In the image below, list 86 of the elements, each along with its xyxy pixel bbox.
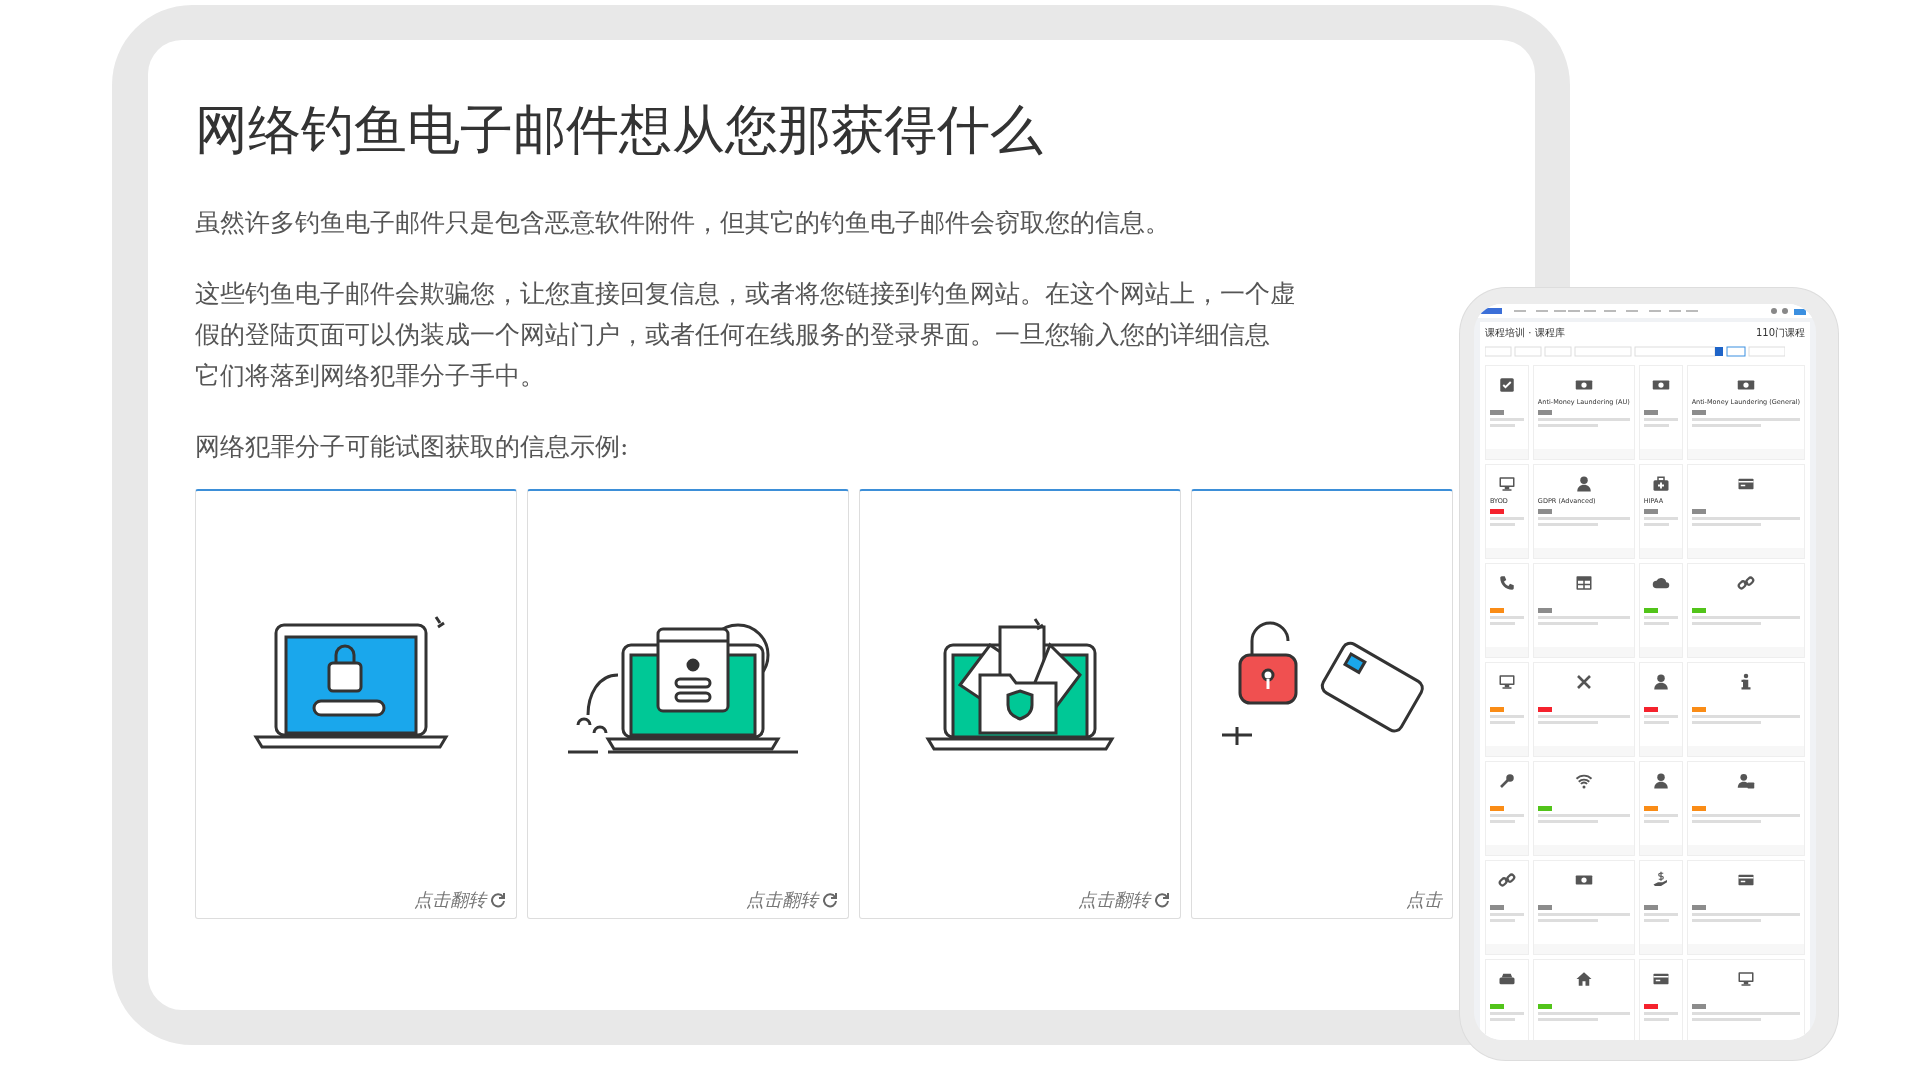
blurred-text-drawing: [1490, 424, 1516, 427]
blurred-text-drawing: [1643, 715, 1678, 718]
user-icon: [1651, 673, 1670, 691]
course-card[interactable]: [1638, 563, 1683, 658]
check-icon: [1497, 376, 1516, 394]
monitor-icon: [1497, 475, 1516, 493]
blurred-text-drawing: [1643, 820, 1669, 823]
blurred-text-drawing: [1691, 523, 1762, 526]
flip-card[interactable]: 点击: [1191, 489, 1453, 919]
blurred-text-drawing: [1490, 616, 1524, 619]
blurred-text-drawing: [1643, 424, 1669, 427]
article-title: 网络钓鱼电子邮件想从您那获得什么: [195, 98, 1044, 162]
blurred-text-drawing: [1691, 919, 1762, 922]
blurred-text-drawing: [1490, 622, 1516, 625]
blurred-text-drawing: [1490, 523, 1516, 526]
link-icon: [1736, 574, 1755, 592]
blurred-text-drawing: [1643, 1012, 1678, 1015]
blurred-text-drawing: [1537, 919, 1598, 922]
flip-label[interactable]: 点击翻转: [1078, 888, 1150, 912]
flip-card[interactable]: 点击翻转: [527, 489, 849, 919]
blurred-text-drawing: [1537, 1018, 1598, 1021]
refresh-icon: [490, 892, 506, 908]
course-card[interactable]: [1485, 365, 1529, 460]
blurred-text-drawing: [1643, 721, 1669, 724]
phone-icon: [1497, 574, 1516, 592]
medkit-icon: [1651, 475, 1670, 493]
blurred-text-drawing: [1643, 418, 1678, 421]
paragraph-line: 假的登陆页面可以伪装成一个网站门户，或者任何在线服务的登录界面。一旦您输入您的详细信息: [195, 319, 1270, 351]
monitor-icon: [1736, 970, 1755, 988]
course-card[interactable]: [1638, 761, 1683, 856]
blurred-text-drawing: [1490, 919, 1516, 922]
paragraph-line: 它们将落到网络犯罪分子手中。: [195, 360, 545, 392]
refresh-icon: [1154, 892, 1170, 908]
hand-icon: [1651, 871, 1670, 889]
blurred-text-drawing: [1537, 721, 1598, 724]
flip-label[interactable]: 点击翻转: [746, 888, 818, 912]
flip-label[interactable]: 点击翻转: [414, 888, 486, 912]
blurred-text-drawing: [1490, 1012, 1524, 1015]
blurred-text-drawing: [1490, 913, 1524, 916]
course-card[interactable]: [1532, 563, 1635, 658]
link-icon: [1497, 871, 1516, 889]
refresh-icon: [822, 892, 838, 908]
course-count: 110门课程: [1755, 326, 1805, 340]
blurred-text-drawing: [1643, 616, 1678, 619]
blurred-text-drawing: [1537, 820, 1598, 823]
blurred-text-drawing: [1643, 1018, 1669, 1021]
blurred-text-drawing: [1691, 1018, 1762, 1021]
blurred-text-drawing: [1490, 517, 1524, 520]
blurred-text-drawing: [1537, 523, 1598, 526]
course-card[interactable]: [1638, 365, 1683, 460]
blurred-text-drawing: [1490, 721, 1516, 724]
blurred-text-drawing: [1643, 523, 1669, 526]
home-icon: [1574, 970, 1593, 988]
blurred-text-drawing: [1643, 814, 1678, 817]
blurred-text-drawing: [1490, 820, 1516, 823]
user-icon: [1651, 772, 1670, 790]
intro-paragraph: 虽然许多钓鱼电子邮件只是包含恶意软件附件，但其它的钓鱼电子邮件会窃取您的信息。: [195, 207, 1170, 239]
course-card[interactable]: [1485, 860, 1529, 955]
flip-card[interactable]: 点击翻转: [859, 489, 1181, 919]
blurred-text-drawing: [1490, 1018, 1516, 1021]
blurred-text-drawing: [1490, 715, 1524, 718]
blurred-text-drawing: [1643, 517, 1678, 520]
course-card[interactable]: [1485, 959, 1529, 1040]
course-card[interactable]: [1638, 860, 1683, 955]
blurred-text-drawing: [1691, 622, 1762, 625]
flip-card[interactable]: 点击翻转: [195, 489, 517, 919]
course-card[interactable]: [1638, 662, 1683, 757]
user-icon: [1574, 475, 1593, 493]
page-title: 课程培训 · 课程库: [1485, 326, 1565, 340]
blurred-text-drawing: [1691, 424, 1762, 427]
blurred-text-drawing: [1490, 814, 1524, 817]
flip-label[interactable]: 点击: [1406, 888, 1442, 912]
wifi-icon: [1574, 772, 1593, 790]
blurred-text-drawing: [1643, 622, 1669, 625]
blurred-text-drawing: [1537, 622, 1598, 625]
blurred-text-drawing: [1490, 418, 1524, 421]
blurred-text-drawing: [1643, 913, 1678, 916]
list-intro: 网络犯罪分子可能试图获取的信息示例:: [195, 431, 629, 463]
paragraph-line: 这些钓鱼电子邮件会欺骗您，让您直接回复信息，或者将您链接到钓鱼网站。在这个网站上，一个虚: [195, 278, 1295, 310]
monitor-icon: [1497, 673, 1516, 691]
course-card[interactable]: [1638, 959, 1683, 1040]
blurred-text-drawing: [1537, 424, 1598, 427]
blurred-text-drawing: [1691, 820, 1762, 823]
blurred-text-drawing: [1643, 919, 1669, 922]
blurred-text-drawing: [1691, 721, 1762, 724]
table-icon: [1574, 574, 1593, 592]
